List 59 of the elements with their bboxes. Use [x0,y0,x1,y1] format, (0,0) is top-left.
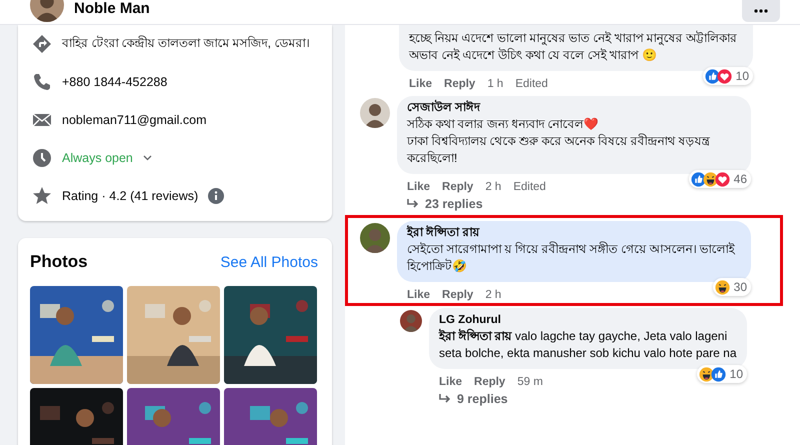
info-text: Rating · 4.2 (41 reviews) [62,189,198,203]
view-replies-link[interactable]: 23 replies [407,197,483,211]
comment-meta: 2 h [485,180,502,192]
photos-title: Photos [30,252,88,272]
comment-text: ইরা ঈপ্সিতা রায় valo lagche tay gayche, Jeta valo lageni seta bolche, ekta manusher sob kichu valo hote pare na [439,328,737,362]
mail-icon [32,112,52,128]
action-link[interactable]: Like [409,78,432,90]
comment-text: সঠিক কথা বলার জন্য ধন্যবাদ নোবেল❤ ঢাকা বিশ্ববিদ্যালয় থেকে শুরু করে অনেক বিষয়ে রবীন্দ্রনাথ ষড়যন্ত্র করেছিলো! [407,116,711,167]
comment-author[interactable]: সেজাউল সাঈদ [407,101,741,116]
reply-arrow-icon [439,394,451,404]
comment-text: হচ্ছে নিয়ম এদেশে ভালো মানুষের ভাত নেই খারাপ মানুষের অট্টালিকার অভাব নেই এদেশে উচিৎ কথা যে বলে সেই খারাপ 🙂 [409,30,738,64]
action-link[interactable]: Like [407,288,430,300]
comment-text: সেইতো সারেগামাপা য় গিয়ে রবীন্দ্রনাথ সঙ্গীত গেয়ে আসলেন। ভালোই হিপোক্রিট🤣 [407,241,736,275]
action-link[interactable]: Reply [442,180,474,192]
comment-meta: Edited [515,78,548,90]
clock-icon [32,148,52,168]
chevron-down-icon[interactable] [142,155,152,161]
see-all-photos-link[interactable]: See All Photos [220,254,318,270]
info-icon[interactable] [208,188,224,204]
phone-icon [32,72,52,92]
comment-meta: Edited [513,180,546,192]
info-text[interactable]: nobleman711@gmail.com [62,113,206,127]
laugh-emoji-icon [714,280,730,294]
action-link[interactable]: Reply [442,288,474,300]
comment-author[interactable]: ইরা ঈপ্সিতা রায় [407,226,741,241]
action-link[interactable]: Like [407,180,430,192]
reaction-count: 30 [734,280,747,294]
reactions-summary[interactable]: 46 [688,170,751,188]
avatar[interactable] [400,310,422,332]
thumbs-up-icon [690,172,706,186]
info-text[interactable]: +880 1844-452288 [62,75,168,89]
thumbs-up-icon [704,68,720,84]
directions-icon [32,34,52,54]
reaction-count: 10 [736,69,749,83]
reaction-count: 10 [730,367,743,381]
more-button[interactable] [742,0,780,22]
reactions-summary[interactable]: 10 [696,365,747,383]
info-text: বাহির টেংরা কেন্দ্রীয় তালতলা জামে মসজিদ, ডেমরা। [62,34,310,52]
action-link[interactable]: Like [439,376,462,388]
laugh-emoji-icon [702,172,718,186]
comment-meta: 59 m [517,376,543,388]
reply-arrow-icon [407,199,419,209]
laugh-emoji-icon [698,366,714,382]
comment-meta: 2 h [485,288,502,300]
thumbs-up-icon [710,366,726,382]
comment-author[interactable]: LG Zohurul [439,313,737,328]
comment-meta: 1 h [487,78,504,90]
avatar[interactable] [360,223,390,253]
star-icon [32,186,52,206]
reaction-count: 46 [734,172,747,186]
reactions-summary[interactable]: 30 [712,278,751,296]
action-link[interactable]: Reply [444,78,476,90]
page-name[interactable]: Noble Man [74,0,150,18]
reactions-summary[interactable]: 10 [702,67,753,85]
avatar[interactable] [360,98,390,128]
info-text: Always open [62,151,133,165]
view-replies-link[interactable]: 9 replies [439,392,508,406]
action-link[interactable]: Reply [474,376,506,388]
more-icon [754,9,768,13]
